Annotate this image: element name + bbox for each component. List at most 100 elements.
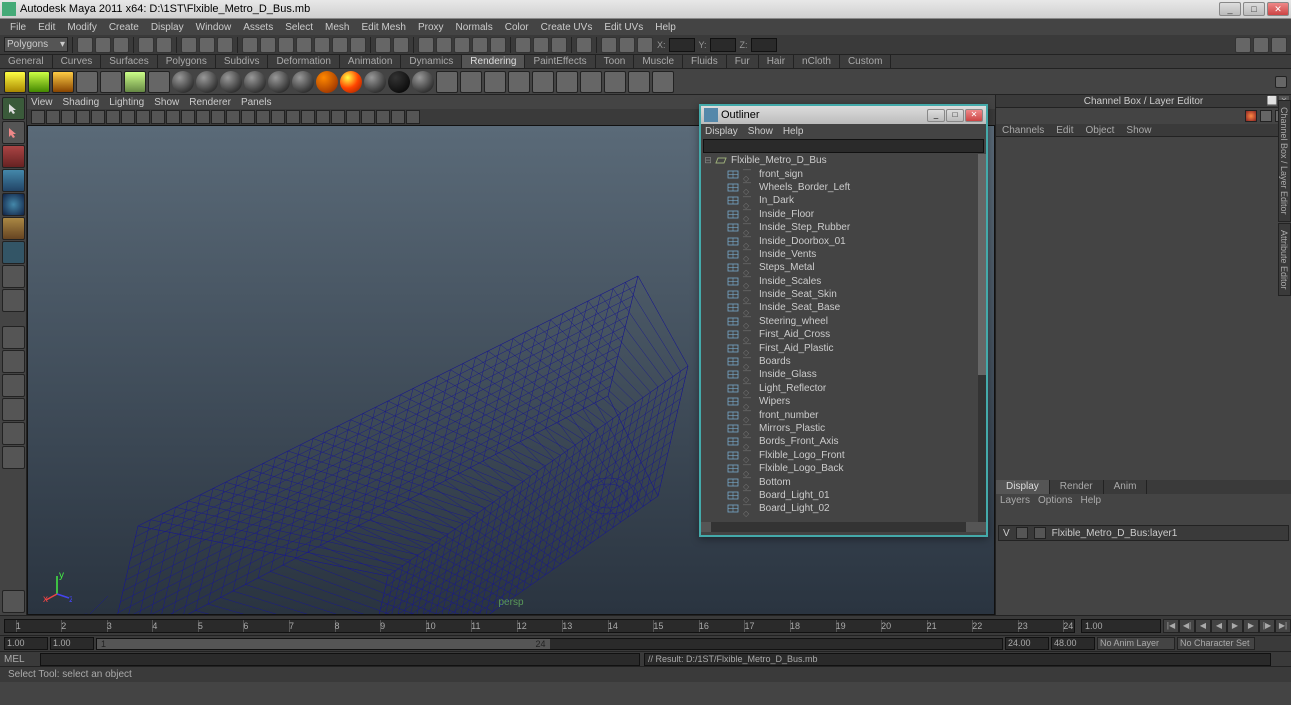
range-track[interactable]: 124 [96,638,1003,650]
texture-ramp-icon[interactable] [460,71,482,93]
menu-createuvs[interactable]: Create UVs [535,21,599,34]
view-tool-9[interactable] [166,110,180,124]
minimize-button[interactable]: _ [1219,2,1241,16]
axis-icon[interactable] [637,37,653,53]
history-off-icon[interactable] [393,37,409,53]
module-selector[interactable]: Polygons▾ [4,37,68,52]
texture-checker-icon[interactable] [484,71,506,93]
shelf-tab-polygons[interactable]: Polygons [158,55,216,68]
soft-mod-tool[interactable] [2,265,25,288]
ocean-shader-icon[interactable] [412,71,434,93]
move-tool[interactable] [2,169,25,192]
range-end-field[interactable]: 48.00 [1051,637,1095,650]
view-tool-20[interactable] [331,110,345,124]
outliner-menu-show[interactable]: Show [748,126,773,137]
paint-icon[interactable] [652,71,674,93]
camera-icon[interactable] [148,71,170,93]
save-scene-icon[interactable] [113,37,129,53]
use-background-icon[interactable] [388,71,410,93]
render-region-icon[interactable] [472,37,488,53]
shelf-tab-rendering[interactable]: Rendering [462,55,525,68]
rampshader-icon[interactable] [292,71,314,93]
outliner-item[interactable]: —◇Board_Light_02 [701,502,986,515]
menu-mesh[interactable]: Mesh [319,21,355,34]
view-tool-6[interactable] [121,110,135,124]
input-box-icon[interactable] [515,37,531,53]
layer-menu-help[interactable]: Help [1080,495,1101,506]
close-button[interactable]: ✕ [1267,2,1289,16]
view-tool-13[interactable] [226,110,240,124]
hypershade-icon[interactable] [580,71,602,93]
pane-layout-icon[interactable] [619,37,635,53]
channel-tab-object[interactable]: Object [1080,124,1121,136]
shelf-tab-fur[interactable]: Fur [727,55,759,68]
menu-file[interactable]: File [4,21,32,34]
shelf-tab-subdivs[interactable]: Subdivs [216,55,269,68]
redo-icon[interactable] [156,37,172,53]
outliner-menu-help[interactable]: Help [783,126,804,137]
select-object-icon[interactable] [199,37,215,53]
key-back-button[interactable]: ◀ [1195,619,1211,633]
shelf-tab-animation[interactable]: Animation [340,55,401,68]
view-tool-23[interactable] [376,110,390,124]
maximize-button[interactable]: □ [1243,2,1265,16]
view-tool-19[interactable] [316,110,330,124]
outliner-maximize-button[interactable]: □ [946,109,964,122]
scroll-left-icon[interactable] [701,522,711,532]
outliner-scrollbar[interactable] [978,154,986,522]
range-start-field[interactable]: 1.00 [4,637,48,650]
texture-cloth-icon[interactable] [508,71,530,93]
two-pane-h-icon[interactable] [2,374,25,397]
outliner-close-button[interactable]: ✕ [965,109,983,122]
shelf-tab-painteffects[interactable]: PaintEffects [525,55,595,68]
batch-render-icon[interactable] [628,71,650,93]
side-tab-channelboxlayereditor[interactable]: Channel Box / Layer Editor [1278,100,1291,222]
play-fwd-button[interactable]: ▶ [1227,619,1243,633]
character-set-combo[interactable]: No Character Set [1177,637,1255,650]
menu-assets[interactable]: Assets [237,21,279,34]
menu-edit[interactable]: Edit [32,21,61,34]
view-tool-14[interactable] [241,110,255,124]
phong-shader-icon[interactable] [220,71,242,93]
view-tool-16[interactable] [271,110,285,124]
view-tool-5[interactable] [106,110,120,124]
phonge-shader-icon[interactable] [244,71,266,93]
outliner-minimize-button[interactable]: _ [927,109,945,122]
snap-toggle-icon[interactable] [350,37,366,53]
menu-modify[interactable]: Modify [61,21,102,34]
view-tool-18[interactable] [301,110,315,124]
view-tool-21[interactable] [346,110,360,124]
channel-manip-icon[interactable] [1260,110,1272,122]
view-tool-11[interactable] [196,110,210,124]
light-area-icon[interactable] [76,71,98,93]
view-tool-17[interactable] [286,110,300,124]
snap-live-icon[interactable] [314,37,330,53]
view-tool-12[interactable] [211,110,225,124]
snap-view-icon[interactable] [332,37,348,53]
shelf-tab-muscle[interactable]: Muscle [634,55,683,68]
time-slider[interactable]: 123456789101112131415161718192021222324 … [0,615,1291,635]
outliner-window[interactable]: Outliner _ □ ✕ DisplayShowHelp ⊟Flxible_… [699,104,988,537]
universal-manip-tool[interactable] [2,241,25,264]
view-tool-15[interactable] [256,110,270,124]
view-tool-1[interactable] [46,110,60,124]
shelf-tab-general[interactable]: General [0,55,53,68]
x-field[interactable] [669,38,695,52]
render-icon[interactable] [418,37,434,53]
view-menu-show[interactable]: Show [154,97,179,108]
select-hierarchy-icon[interactable] [181,37,197,53]
light-ambient-icon[interactable] [100,71,122,93]
command-input[interactable] [40,653,640,666]
mel-label[interactable]: MEL [0,654,40,665]
quick-select-icon[interactable] [601,37,617,53]
view-tool-3[interactable] [76,110,90,124]
layer-tab-anim[interactable]: Anim [1104,480,1148,494]
shelf-tab-toon[interactable]: Toon [596,55,635,68]
blinn-shader-icon[interactable] [196,71,218,93]
y-field[interactable] [710,38,736,52]
four-pane-icon[interactable] [2,350,25,373]
view-menu-renderer[interactable]: Renderer [189,97,231,108]
playback-start-field[interactable]: 1.00 [50,637,94,650]
show-manip-tool[interactable] [2,289,25,312]
z-field[interactable] [751,38,777,52]
